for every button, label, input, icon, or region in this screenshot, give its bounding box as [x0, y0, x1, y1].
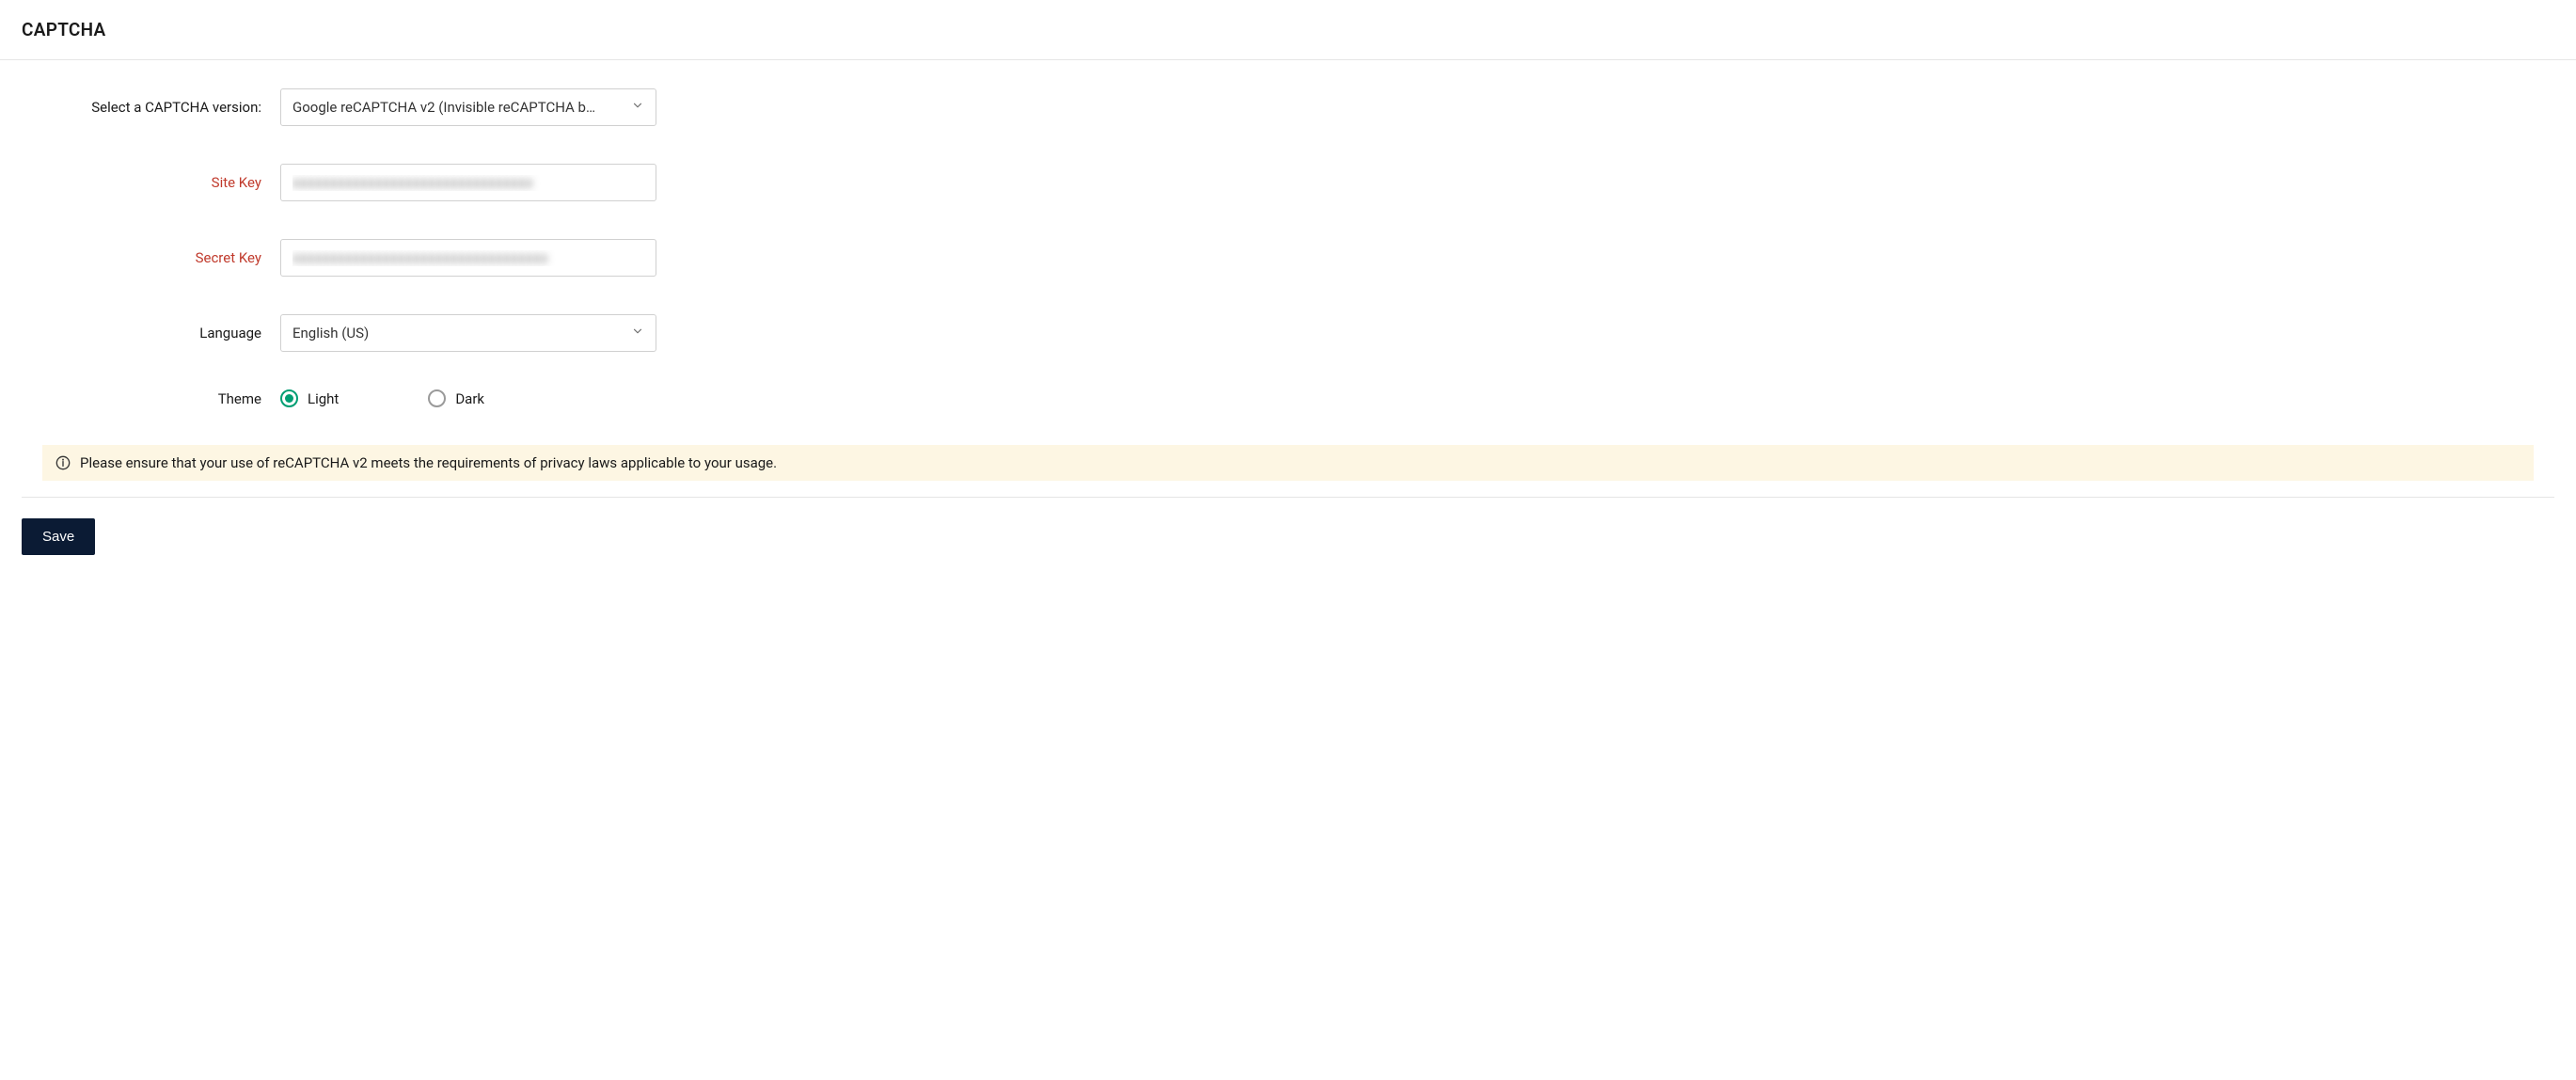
- page-title: CAPTCHA: [22, 19, 2554, 40]
- radio-circle-icon: [428, 389, 446, 407]
- chevron-down-icon: [631, 99, 644, 116]
- select-language-value: English (US): [292, 325, 369, 341]
- radio-theme-dark[interactable]: Dark: [428, 389, 484, 407]
- input-secret-key[interactable]: [280, 239, 656, 277]
- save-button[interactable]: Save: [22, 518, 95, 555]
- radio-label-light: Light: [308, 390, 339, 407]
- form-content: Select a CAPTCHA version: Google reCAPTC…: [0, 60, 2576, 407]
- row-site-key: Site Key: [22, 164, 2554, 201]
- row-theme: Theme Light Dark: [22, 389, 2554, 407]
- notice-text: Please ensure that your use of reCAPTCHA…: [80, 454, 777, 471]
- label-theme: Theme: [22, 390, 280, 407]
- label-language: Language: [22, 325, 280, 341]
- chevron-down-icon: [631, 325, 644, 341]
- label-site-key: Site Key: [22, 174, 280, 191]
- select-captcha-version-value: Google reCAPTCHA v2 (Invisible reCAPTCHA…: [292, 99, 595, 116]
- page-header: CAPTCHA: [0, 0, 2576, 60]
- footer-actions: Save: [0, 498, 2576, 576]
- label-captcha-version: Select a CAPTCHA version:: [22, 99, 280, 116]
- input-site-key[interactable]: [280, 164, 656, 201]
- radio-circle-icon: [280, 389, 298, 407]
- radio-label-dark: Dark: [455, 390, 484, 407]
- radio-group-theme: Light Dark: [280, 389, 484, 407]
- radio-theme-light[interactable]: Light: [280, 389, 339, 407]
- row-secret-key: Secret Key: [22, 239, 2554, 277]
- row-captcha-version: Select a CAPTCHA version: Google reCAPTC…: [22, 88, 2554, 126]
- select-language[interactable]: English (US): [280, 314, 656, 352]
- row-language: Language English (US): [22, 314, 2554, 352]
- label-secret-key: Secret Key: [22, 249, 280, 266]
- info-notice: Please ensure that your use of reCAPTCHA…: [42, 445, 2534, 481]
- select-captcha-version[interactable]: Google reCAPTCHA v2 (Invisible reCAPTCHA…: [280, 88, 656, 126]
- info-icon: [55, 455, 71, 470]
